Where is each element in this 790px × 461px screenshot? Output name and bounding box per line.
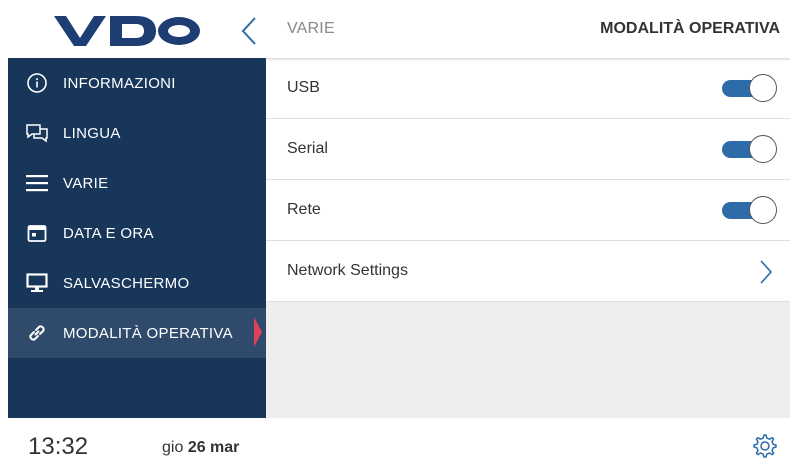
sidebar-item-data-e-ora[interactable]: DATA E ORA (8, 208, 266, 258)
sidebar-item-label: VARIE (63, 174, 109, 192)
sidebar-item-label: DATA E ORA (63, 224, 154, 242)
header: VARIE MODALITÀ OPERATIVA (0, 0, 790, 60)
sidebar-item-label: INFORMAZIONI (63, 74, 176, 92)
setting-row-rete[interactable]: Rete (266, 180, 790, 241)
panel-shadow (266, 58, 790, 61)
setting-label: Rete (287, 201, 321, 218)
sidebar-item-label: MODALITÀ OPERATIVA (63, 324, 233, 342)
calendar-icon (25, 221, 49, 245)
date-value: 26 mar (187, 439, 240, 456)
sidebar: INFORMAZIONI LINGUA VARIE DATA E ORA SAL… (8, 58, 266, 418)
setting-row-network-settings[interactable]: Network Settings (266, 241, 790, 302)
vdo-logo (54, 16, 200, 46)
clock-time: 13:32 (28, 433, 89, 460)
menu-icon (25, 171, 49, 195)
setting-row-usb[interactable]: USB (266, 58, 790, 119)
footer (0, 418, 790, 459)
sidebar-item-informazioni[interactable]: INFORMAZIONI (8, 58, 266, 108)
setting-label: Serial (287, 140, 328, 157)
setting-row-serial[interactable]: Serial (266, 119, 790, 180)
setting-label: USB (287, 79, 320, 96)
breadcrumb: VARIE (287, 20, 335, 37)
gear-icon[interactable] (750, 432, 778, 460)
date-day: gio (162, 439, 184, 456)
page-title: MODALITÀ OPERATIVA (600, 20, 780, 37)
chevron-right-icon[interactable] (758, 258, 774, 286)
sidebar-item-lingua[interactable]: LINGUA (8, 108, 266, 158)
link-icon (25, 321, 49, 345)
back-chevron-icon[interactable] (235, 14, 265, 48)
monitor-icon (25, 271, 49, 295)
sidebar-item-label: SALVASCHERMO (63, 274, 190, 292)
info-icon (25, 71, 49, 95)
rete-toggle[interactable] (722, 196, 778, 224)
settings-panel: USB Serial Rete Network Settings (266, 58, 790, 418)
setting-label: Network Settings (287, 262, 408, 279)
sidebar-item-salvaschermo[interactable]: SALVASCHERMO (8, 258, 266, 308)
sidebar-item-varie[interactable]: VARIE (8, 158, 266, 208)
clock-date: gio 26 mar (162, 439, 239, 457)
active-item-marker (254, 317, 262, 347)
serial-toggle[interactable] (722, 135, 778, 163)
sidebar-item-modalita-operativa[interactable]: MODALITÀ OPERATIVA (8, 308, 266, 358)
usb-toggle[interactable] (722, 74, 778, 102)
chat-icon (25, 121, 49, 145)
sidebar-item-label: LINGUA (63, 124, 121, 142)
